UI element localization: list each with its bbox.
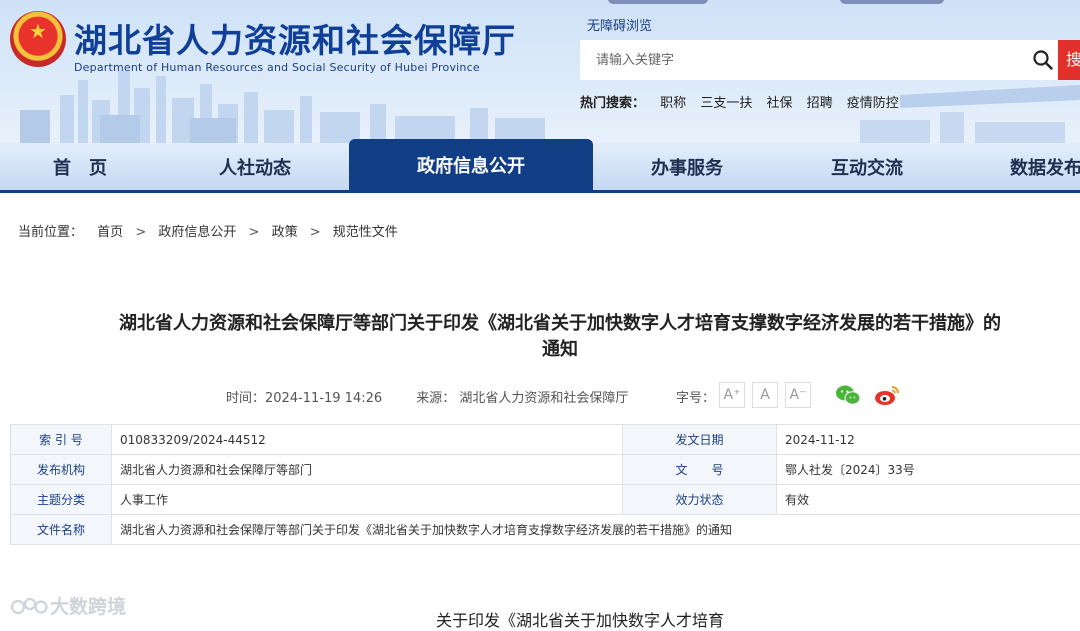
- font-size-decrease-button[interactable]: A⁻: [785, 382, 811, 408]
- accessible-browsing-link[interactable]: 无障碍浏览: [587, 15, 652, 34]
- filename-value: 湖北省人力资源和社会保障厅等部门关于印发《湖北省关于加快数字人才培育支撑数字经济…: [112, 515, 1080, 545]
- publisher-label: 发布机构: [11, 455, 112, 485]
- weibo-share-icon[interactable]: [874, 384, 900, 406]
- search-icon[interactable]: [1032, 49, 1054, 71]
- article-body-start: 关于印发《湖北省关于加快数字人才培育: [436, 607, 724, 631]
- font-size-label: 字号：: [676, 387, 715, 406]
- search-box: [580, 40, 1060, 80]
- nav-item-interaction[interactable]: 互动交流: [802, 143, 932, 190]
- font-size-default-button[interactable]: A: [752, 382, 778, 408]
- table-row: 文件名称 湖北省人力资源和社会保障厅等部门关于印发《湖北省关于加快数字人才培育支…: [11, 515, 1080, 545]
- main-nav: 首 页 人社动态 政府信息公开 办事服务 互动交流 数据发布: [0, 143, 1080, 193]
- breadcrumb-separator: >: [310, 225, 321, 240]
- hot-search-item[interactable]: 三支一扶: [700, 96, 752, 111]
- breadcrumb-item-gov-info[interactable]: 政府信息公开: [158, 225, 236, 240]
- table-row: 发布机构 湖北省人力资源和社会保障厅等部门 文 号 鄂人社发〔2024〕33号: [11, 455, 1080, 485]
- hot-search-item[interactable]: 疫情防控: [847, 96, 899, 111]
- search-input[interactable]: [580, 40, 1010, 80]
- top-link-pills: [608, 0, 948, 6]
- watermark-logo-icon: [10, 596, 50, 616]
- hot-search-label: 热门搜索：: [580, 96, 645, 111]
- wechat-share-icon[interactable]: [835, 384, 861, 406]
- search-button[interactable]: 搜: [1058, 40, 1080, 80]
- breadcrumb-separator: >: [135, 225, 146, 240]
- issue-date-value: 2024-11-12: [777, 425, 1080, 455]
- hot-search: 热门搜索： 职称 三支一扶 社保 招聘 疫情防控: [580, 92, 904, 111]
- table-row: 索 引 号 010833209/2024-44512 发文日期 2024-11-…: [11, 425, 1080, 455]
- national-emblem-logo[interactable]: ★: [10, 11, 66, 67]
- publish-time: 时间：2024-11-19 14:26: [226, 391, 382, 406]
- article-meta: 时间：2024-11-19 14:26 来源： 湖北省人力资源和社会保障厅: [226, 387, 628, 406]
- breadcrumb-separator: >: [249, 225, 260, 240]
- article-title: 湖北省人力资源和社会保障厅等部门关于印发《湖北省关于加快数字人才培育支撑数字经济…: [60, 311, 1060, 363]
- doc-number-label: 文 号: [623, 455, 777, 485]
- hot-search-item[interactable]: 职称: [660, 96, 686, 111]
- doc-number-value: 鄂人社发〔2024〕33号: [777, 455, 1080, 485]
- nav-item-news[interactable]: 人社动态: [190, 143, 320, 190]
- nav-item-data[interactable]: 数据发布: [1000, 143, 1080, 190]
- watermark-text: 大数跨境: [50, 596, 126, 618]
- hot-search-item[interactable]: 招聘: [807, 96, 833, 111]
- nav-item-services[interactable]: 办事服务: [622, 143, 752, 190]
- table-row: 主题分类 人事工作 效力状态 有效: [11, 485, 1080, 515]
- status-label: 效力状态: [623, 485, 777, 515]
- index-label: 索 引 号: [11, 425, 112, 455]
- hot-search-item[interactable]: 社保: [766, 96, 792, 111]
- font-size-increase-button[interactable]: A⁺: [719, 382, 745, 408]
- breadcrumb-item-normative-docs[interactable]: 规范性文件: [333, 225, 398, 240]
- nav-item-gov-info[interactable]: 政府信息公开: [349, 139, 593, 190]
- publisher-value: 湖北省人力资源和社会保障厅等部门: [112, 455, 623, 485]
- article-title-line-1: 湖北省人力资源和社会保障厅等部门关于印发《湖北省关于加快数字人才培育支撑数字经济…: [60, 311, 1060, 337]
- site-title[interactable]: 湖北省人力资源和社会保障厅: [74, 14, 516, 62]
- site-subtitle: Department of Human Resources and Social…: [74, 61, 480, 74]
- index-value: 010833209/2024-44512: [112, 425, 623, 455]
- site-header: ★ 湖北省人力资源和社会保障厅 Department of Human Reso…: [0, 0, 1080, 143]
- watermark: 大数跨境: [10, 592, 126, 619]
- issue-date-label: 发文日期: [623, 425, 777, 455]
- status-value: 有效: [777, 485, 1080, 515]
- nav-item-home[interactable]: 首 页: [20, 143, 140, 190]
- breadcrumb-label: 当前位置：: [18, 225, 83, 240]
- category-value: 人事工作: [112, 485, 623, 515]
- article-source: 来源： 湖北省人力资源和社会保障厅: [416, 391, 628, 406]
- category-label: 主题分类: [11, 485, 112, 515]
- breadcrumb: 当前位置： 首页 > 政府信息公开 > 政策 > 规范性文件: [18, 221, 398, 240]
- breadcrumb-item-policy[interactable]: 政策: [272, 225, 298, 240]
- filename-label: 文件名称: [11, 515, 112, 545]
- document-info-table: 索 引 号 010833209/2024-44512 发文日期 2024-11-…: [10, 424, 1080, 545]
- breadcrumb-item-home[interactable]: 首页: [97, 225, 123, 240]
- article-title-line-2: 通知: [60, 337, 1060, 363]
